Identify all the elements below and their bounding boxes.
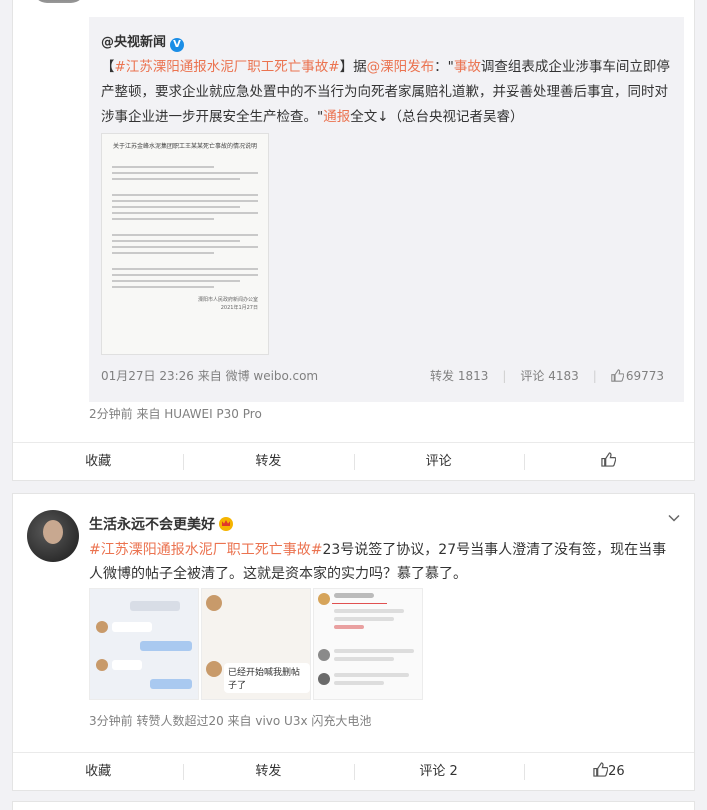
- repost-timestamp[interactable]: 01月27日 23:26 来自 微博 weibo.com: [101, 367, 318, 384]
- keyword-link[interactable]: 事故: [454, 59, 481, 75]
- crown-badge-icon[interactable]: [219, 517, 233, 531]
- bracket-open: 【: [101, 59, 115, 75]
- favorite-button[interactable]: 收藏: [13, 753, 183, 790]
- repost-text: 【#江苏溧阳通报水泥厂职工死亡事故#】据@溧阳发布："事故调查组表成企业涉事车间…: [101, 55, 671, 130]
- like-icon: [611, 368, 624, 382]
- topic-link[interactable]: #江苏溧阳通报水泥厂职工死亡事故#: [89, 542, 322, 558]
- repost-button[interactable]: 转发: [183, 443, 353, 480]
- username-row: 生活永远不会更美好: [89, 514, 233, 534]
- text-part: 全文↓（总台央视记者吴睿）: [350, 109, 524, 125]
- mention-link[interactable]: @溧阳发布: [367, 59, 435, 75]
- like-icon: [601, 452, 617, 467]
- repost-button[interactable]: 转发: [183, 753, 353, 790]
- username-link[interactable]: 生活永远不会更美好: [89, 517, 215, 533]
- document-image[interactable]: 关于江苏金峰水泥集团职工王某某死亡事故的情况说明 溧阳市人民政府新闻办公室 20…: [101, 133, 269, 355]
- favorite-button[interactable]: 收藏: [13, 443, 183, 480]
- repost-count-link[interactable]: 转发 1813: [430, 367, 488, 384]
- feed-card-post: 生活永远不会更美好 #江苏溧阳通报水泥厂职工死亡事故#23号说签了协议，27号当…: [12, 493, 695, 791]
- image-text: 已经开始喊我删帖子了: [224, 663, 310, 693]
- action-bar: 收藏 转发 评论 2 26: [13, 752, 694, 790]
- like-count: 26: [608, 764, 625, 779]
- like-icon: [593, 762, 609, 777]
- post-timestamp[interactable]: 2分钟前 来自 HUAWEI P30 Pro: [89, 405, 262, 422]
- post-image[interactable]: [89, 588, 199, 700]
- verified-icon: V: [170, 38, 185, 52]
- repost-author-link[interactable]: @央视新闻: [101, 35, 166, 50]
- action-bar: 收藏 转发 评论: [13, 442, 694, 480]
- comment-button[interactable]: 评论 2: [353, 753, 524, 790]
- document-signature: 溧阳市人民政府新闻办公室 2021年1月27日: [197, 297, 258, 311]
- chevron-down-icon[interactable]: [668, 512, 680, 524]
- post-text: #江苏溧阳通报水泥厂职工死亡事故#23号说签了协议，27号当事人澄清了没有签，现…: [89, 538, 679, 586]
- post-timestamp[interactable]: 3分钟前 转赞人数超过20 来自 vivo U3x 闪充大电池: [89, 712, 371, 729]
- post-image[interactable]: [313, 588, 423, 700]
- feed-card-partial: [12, 801, 695, 810]
- like-button[interactable]: [523, 443, 694, 480]
- avatar[interactable]: [33, 0, 85, 3]
- text-part: ：": [434, 59, 454, 75]
- repost-stats: 转发 1813 | 评论 4183 | 69773: [430, 367, 664, 384]
- avatar[interactable]: [27, 510, 79, 562]
- post-image[interactable]: 已经开始喊我删帖子了: [201, 588, 311, 700]
- like-count-link[interactable]: 69773: [611, 369, 664, 383]
- keyword-link[interactable]: 通报: [323, 109, 350, 125]
- like-button[interactable]: 26: [523, 753, 694, 790]
- document-title: 关于江苏金峰水泥集团职工王某某死亡事故的情况说明: [112, 143, 257, 150]
- comment-count-link[interactable]: 评论 4183: [520, 367, 578, 384]
- repost-author-row: @央视新闻 V: [101, 31, 185, 52]
- text-part: 】据: [339, 59, 367, 75]
- reposted-weibo[interactable]: @央视新闻 V 【#江苏溧阳通报水泥厂职工死亡事故#】据@溧阳发布："事故调查组表…: [89, 17, 684, 402]
- like-count: 69773: [625, 368, 664, 383]
- feed-card-repost: @央视新闻 V 【#江苏溧阳通报水泥厂职工死亡事故#】据@溧阳发布："事故调查组表…: [12, 0, 695, 481]
- comment-button[interactable]: 评论: [353, 443, 524, 480]
- topic-link[interactable]: #江苏溧阳通报水泥厂职工死亡事故#: [115, 59, 340, 75]
